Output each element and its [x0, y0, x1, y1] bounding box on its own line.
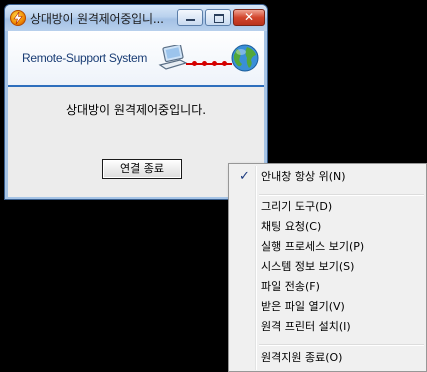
- menu-item-always-on-top[interactable]: ✓ 안내창 항상 위(N): [231, 167, 424, 187]
- menu-separator: [259, 194, 424, 196]
- minimize-button[interactable]: [177, 9, 203, 26]
- banner-title: Remote-Support System: [22, 51, 148, 65]
- close-icon: ✕: [243, 10, 255, 24]
- context-menu: ✓ 안내창 항상 위(N) 그리기 도구(D) 채팅 요청(C) 실행 프로세스…: [228, 163, 427, 372]
- menu-item-label: 안내창 항상 위(N): [261, 170, 346, 183]
- globe-icon: [231, 44, 259, 72]
- menu-item-open-received-files[interactable]: 받은 파일 열기(V): [231, 297, 424, 317]
- maximize-button[interactable]: [205, 9, 231, 26]
- brand-banner: Remote-Support System: [8, 31, 264, 88]
- menu-item-drawing-tools[interactable]: 그리기 도구(D): [231, 197, 424, 217]
- title-bar[interactable]: 상대방이 원격제어중입니... ✕: [5, 5, 267, 31]
- menu-item-file-transfer[interactable]: 파일 전송(F): [231, 277, 424, 297]
- menu-item-label: 채팅 요청(C): [261, 220, 322, 233]
- menu-item-system-info[interactable]: 시스템 정보 보기(S): [231, 257, 424, 277]
- menu-item-install-remote-printer[interactable]: 원격 프린터 설치(I): [231, 317, 424, 337]
- menu-item-label: 원격 프린터 설치(I): [261, 320, 351, 333]
- menu-item-label: 원격지원 종료(O): [261, 351, 343, 364]
- end-connection-button[interactable]: 연결 종료: [102, 159, 182, 179]
- menu-item-label: 파일 전송(F): [261, 280, 320, 293]
- check-icon: ✓: [239, 169, 250, 184]
- menu-item-view-processes[interactable]: 실행 프로세스 보기(P): [231, 237, 424, 257]
- window-title: 상대방이 원격제어중입니...: [30, 12, 164, 26]
- menu-item-label: 그리기 도구(D): [261, 200, 333, 213]
- menu-item-label: 실행 프로세스 보기(P): [261, 240, 365, 253]
- status-message: 상대방이 원격제어중입니다.: [65, 103, 207, 117]
- connection-line: [186, 61, 232, 66]
- menu-separator: [259, 344, 424, 346]
- menu-item-end-remote-support[interactable]: 원격지원 종료(O): [231, 348, 424, 368]
- close-button[interactable]: ✕: [233, 9, 265, 26]
- menu-item-label: 시스템 정보 보기(S): [261, 260, 355, 273]
- lightning-icon: [10, 10, 26, 26]
- laptop-icon: [158, 45, 188, 70]
- menu-item-chat-request[interactable]: 채팅 요청(C): [231, 217, 424, 237]
- menu-item-label: 받은 파일 열기(V): [261, 300, 345, 313]
- window-content: 상대방이 원격제어중입니다. 연결 종료: [8, 87, 264, 197]
